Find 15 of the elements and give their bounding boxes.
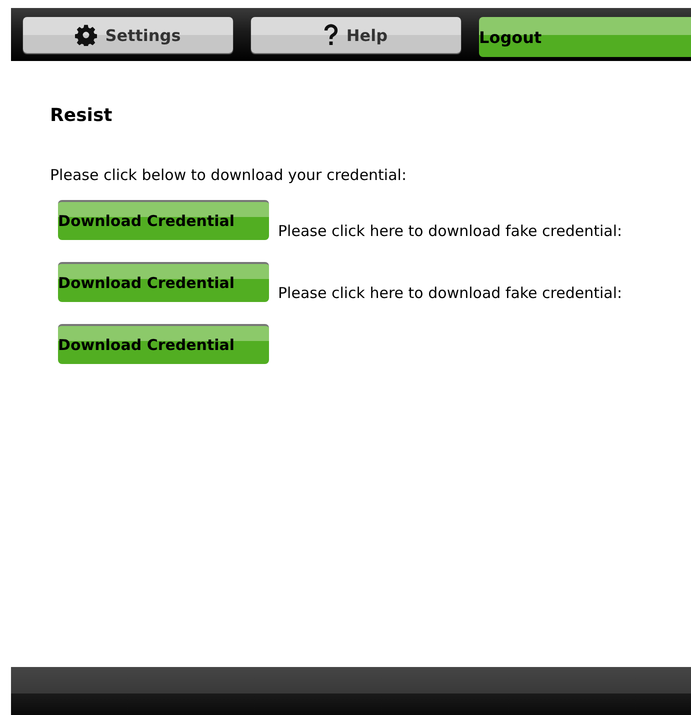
button-label: Help — [346, 26, 388, 44]
download-button[interactable]: Download Credential — [58, 200, 269, 240]
page-heading: Resist — [50, 105, 114, 126]
download-button[interactable]: Download Credential — [58, 324, 269, 364]
download-button[interactable]: Download Credential — [58, 262, 269, 302]
help-icon — [324, 24, 338, 46]
download-note: Please click here to download fake credential: — [278, 284, 622, 302]
gear-icon — [75, 24, 98, 46]
button-label: Settings — [105, 26, 181, 44]
toolbar-button[interactable]: Help — [251, 17, 461, 53]
toolbar-button[interactable]: Settings — [23, 17, 233, 53]
button-label: Logout — [479, 28, 542, 46]
instruction-text: Please click below to download your credential: — [50, 166, 408, 184]
download-note: Please click here to download fake credential: — [278, 222, 622, 240]
toolbar-button[interactable]: Logout — [479, 17, 691, 57]
